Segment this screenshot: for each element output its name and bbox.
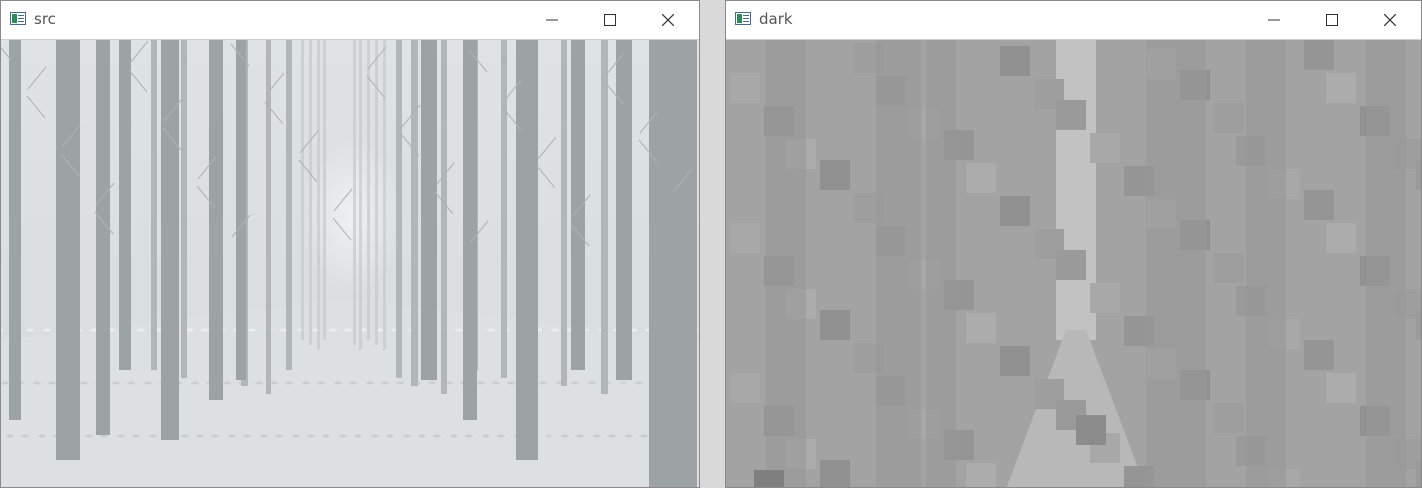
titlebar[interactable]: dark	[726, 1, 1421, 40]
close-button[interactable]	[639, 1, 697, 39]
src-window: src	[0, 0, 700, 488]
close-icon	[662, 14, 674, 26]
window-title: src	[34, 10, 56, 28]
maximize-icon	[604, 14, 616, 26]
dark-channel-image	[726, 40, 1421, 487]
src-image	[1, 40, 699, 487]
minimize-button[interactable]	[1245, 1, 1303, 39]
maximize-button[interactable]	[1303, 1, 1361, 39]
close-icon	[1384, 14, 1396, 26]
app-icon	[735, 12, 751, 25]
app-icon	[10, 12, 26, 25]
dark-image	[726, 40, 1421, 487]
maximize-icon	[1326, 14, 1338, 26]
minimize-icon	[546, 19, 558, 21]
close-button[interactable]	[1361, 1, 1419, 39]
dark-window: dark	[725, 0, 1422, 488]
foggy-forest-image	[1, 40, 699, 487]
maximize-button[interactable]	[581, 1, 639, 39]
minimize-icon	[1268, 19, 1280, 21]
titlebar[interactable]: src	[1, 1, 699, 40]
minimize-button[interactable]	[523, 1, 581, 39]
window-title: dark	[759, 10, 793, 28]
